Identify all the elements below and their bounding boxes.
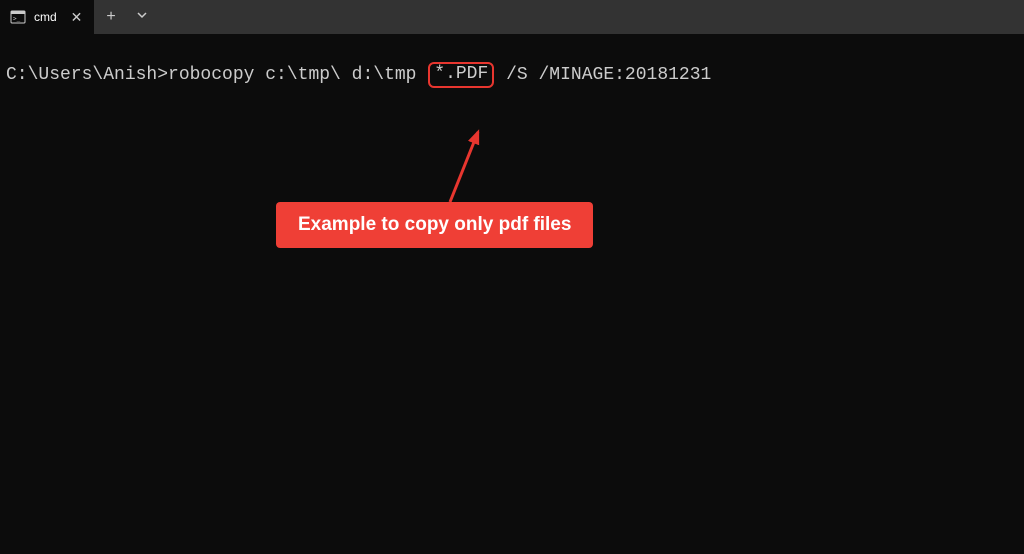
command-line: C:\Users\Anish>robocopy c:\tmp\ d:\tmp *…	[6, 62, 1024, 88]
tab-title: cmd	[34, 10, 57, 24]
command-part2: /S /MINAGE:20181231	[495, 65, 711, 85]
annotation-arrow-icon	[442, 124, 502, 204]
add-tab-button[interactable]: +	[94, 8, 127, 26]
tab-bar: >_ cmd ✕ +	[0, 0, 1024, 34]
terminal-body[interactable]: C:\Users\Anish>robocopy c:\tmp\ d:\tmp *…	[0, 34, 1024, 88]
command-part1: robocopy c:\tmp\ d:\tmp	[168, 65, 427, 85]
highlight-filter: *.PDF	[428, 62, 494, 88]
prompt: C:\Users\Anish>	[6, 65, 168, 85]
tab-dropdown-icon[interactable]	[128, 9, 156, 25]
close-icon[interactable]: ✕	[67, 7, 87, 28]
cmd-icon: >_	[10, 9, 26, 25]
svg-text:>_: >_	[13, 16, 21, 23]
tab-cmd[interactable]: >_ cmd ✕	[0, 0, 94, 34]
annotation-callout: Example to copy only pdf files	[276, 202, 593, 248]
